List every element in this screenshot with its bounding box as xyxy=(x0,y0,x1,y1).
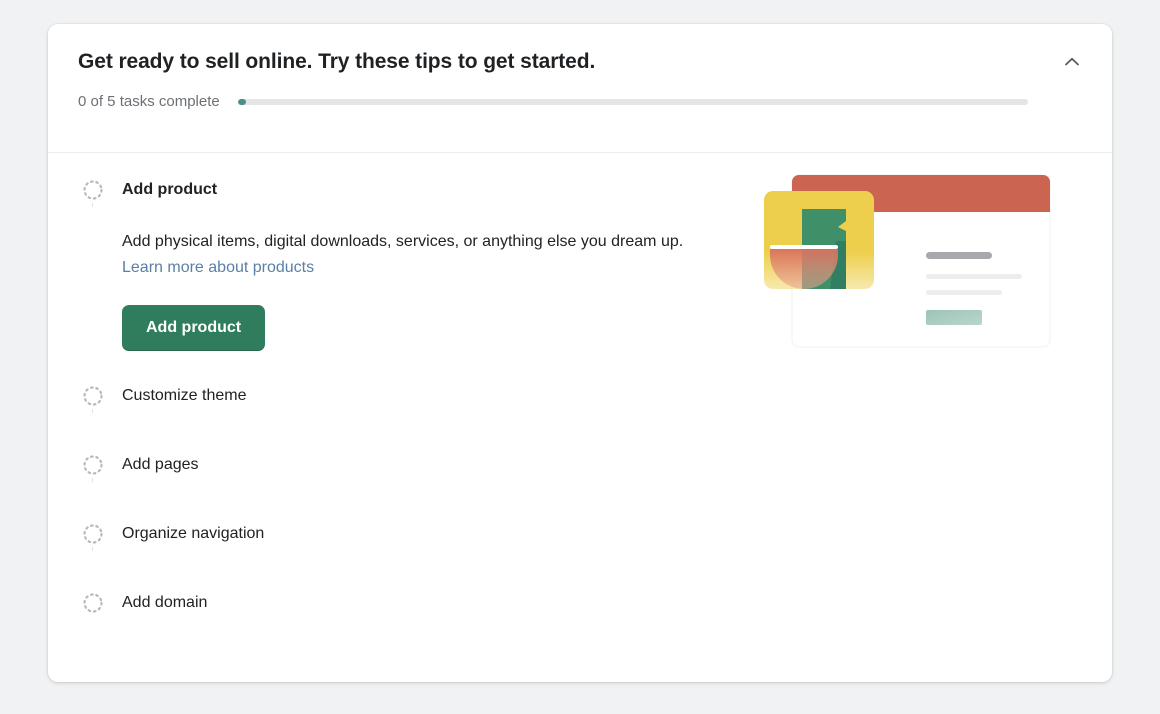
progress-label: 0 of 5 tasks complete xyxy=(78,92,220,112)
task-item-add-domain[interactable]: Add domain xyxy=(48,592,1112,624)
task-marker[interactable] xyxy=(78,523,108,545)
task-expanded-content: Add physical items, digital downloads, s… xyxy=(78,211,712,385)
task-marker[interactable] xyxy=(78,592,108,614)
task-label: Customize theme xyxy=(108,385,247,407)
page-root: Get ready to sell online. Try these tips… xyxy=(0,0,1160,714)
progress-bar xyxy=(238,99,1028,105)
task-marker[interactable] xyxy=(78,179,108,201)
task-label: Add domain xyxy=(108,592,207,614)
task-spacer xyxy=(78,417,1112,454)
task-header[interactable]: Add pages xyxy=(78,454,1112,486)
incomplete-circle-icon[interactable] xyxy=(82,523,104,545)
learn-more-link[interactable]: Learn more about products xyxy=(122,259,314,276)
task-item-add-product[interactable]: Add product Add physical items, digital … xyxy=(48,179,1112,385)
task-header[interactable]: Add product xyxy=(78,179,1112,211)
task-header[interactable]: Customize theme xyxy=(78,385,1112,417)
progress-row: 0 of 5 tasks complete xyxy=(78,92,1080,112)
task-marker[interactable] xyxy=(78,385,108,407)
task-description-text: Add physical items, digital downloads, s… xyxy=(122,233,683,250)
task-label: Add pages xyxy=(108,454,199,476)
collapse-toggle-button[interactable] xyxy=(1054,44,1090,80)
task-connector-line xyxy=(92,478,93,482)
task-spacer xyxy=(78,486,1112,523)
task-marker[interactable] xyxy=(78,454,108,476)
incomplete-circle-icon[interactable] xyxy=(82,592,104,614)
incomplete-circle-icon[interactable] xyxy=(82,454,104,476)
incomplete-circle-icon[interactable] xyxy=(82,385,104,407)
task-connector-line xyxy=(92,203,93,207)
task-list: Add product Add physical items, digital … xyxy=(48,153,1112,646)
task-header[interactable]: Organize navigation xyxy=(78,523,1112,555)
task-item-add-pages[interactable]: Add pages xyxy=(48,454,1112,523)
task-item-customize-theme[interactable]: Customize theme xyxy=(48,385,1112,454)
task-label: Organize navigation xyxy=(108,523,264,545)
task-item-organize-navigation[interactable]: Organize navigation xyxy=(48,523,1112,592)
chevron-up-icon xyxy=(1062,52,1082,72)
add-product-button[interactable]: Add product xyxy=(122,305,265,351)
task-label: Add product xyxy=(108,179,217,201)
progress-bar-fill xyxy=(238,99,246,105)
task-description: Add physical items, digital downloads, s… xyxy=(122,229,712,281)
incomplete-circle-icon[interactable] xyxy=(82,179,104,201)
task-connector-line xyxy=(92,409,93,413)
page-title: Get ready to sell online. Try these tips… xyxy=(78,48,1080,76)
onboarding-setup-card: Get ready to sell online. Try these tips… xyxy=(48,24,1112,682)
card-body: Add product Add physical items, digital … xyxy=(48,153,1112,646)
task-header[interactable]: Add domain xyxy=(78,592,1112,624)
card-header: Get ready to sell online. Try these tips… xyxy=(48,24,1112,153)
task-spacer xyxy=(78,555,1112,592)
task-connector-line xyxy=(92,547,93,551)
